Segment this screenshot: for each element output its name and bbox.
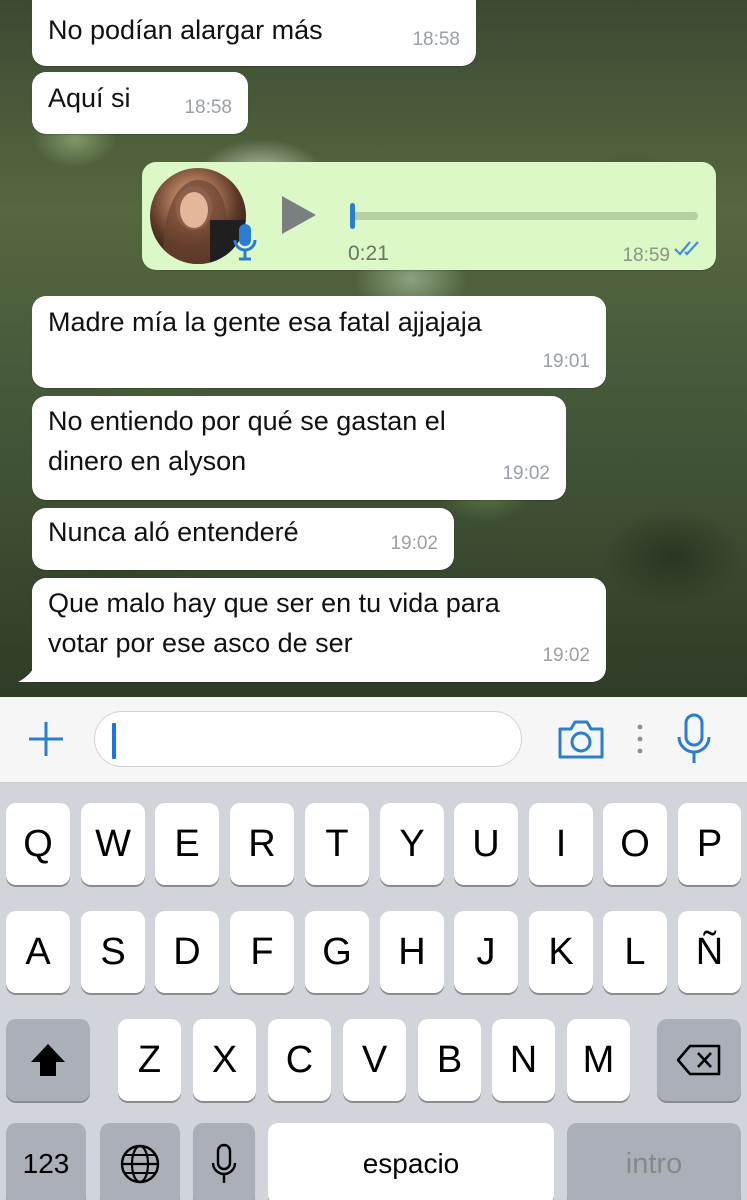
backspace-icon <box>676 1044 721 1076</box>
keyboard: Q W E R T Y U I O P A S D F G H J K L Ñ … <box>0 783 747 1200</box>
key-v[interactable]: V <box>343 1019 406 1101</box>
audio-progress-track[interactable] <box>350 203 698 229</box>
incoming-message[interactable]: No entiendo por qué se gastan el dinero … <box>32 396 566 500</box>
key-i[interactable]: I <box>529 803 593 885</box>
message-time: 18:58 <box>412 29 460 50</box>
audio-duration: 0:21 <box>348 242 389 265</box>
key-d[interactable]: D <box>155 911 219 993</box>
dictation-key[interactable] <box>193 1123 255 1200</box>
dictation-mic-icon <box>211 1143 237 1183</box>
more-dots-icon <box>637 724 643 754</box>
backspace-key[interactable] <box>657 1019 741 1101</box>
microphone-icon[interactable] <box>676 713 712 765</box>
space-key[interactable]: espacio <box>268 1123 554 1200</box>
shift-icon <box>31 1044 65 1076</box>
audio-progress-thumb[interactable] <box>350 203 355 229</box>
key-q[interactable]: Q <box>6 803 70 885</box>
text-cursor <box>112 723 116 759</box>
message-text: No entiendo por qué se gastan el dinero … <box>48 406 446 476</box>
key-j[interactable]: J <box>454 911 518 993</box>
return-key[interactable]: intro <box>567 1123 741 1200</box>
plus-icon[interactable] <box>26 719 66 759</box>
key-t[interactable]: T <box>305 803 369 885</box>
incoming-message[interactable]: No podían alargar más 18:58 <box>32 0 476 66</box>
key-b[interactable]: B <box>418 1019 481 1101</box>
globe-icon <box>120 1144 160 1184</box>
key-n[interactable]: N <box>492 1019 555 1101</box>
key-z[interactable]: Z <box>118 1019 181 1101</box>
key-o[interactable]: O <box>603 803 667 885</box>
key-a[interactable]: A <box>6 911 70 993</box>
bubble-tail <box>18 664 36 682</box>
key-r[interactable]: R <box>230 803 294 885</box>
chat-area[interactable]: No podían alargar más 18:58 Aquí si 18:5… <box>0 0 747 697</box>
message-text: Nunca aló entenderé <box>48 517 299 547</box>
message-input-bar <box>0 697 747 783</box>
globe-key[interactable] <box>100 1123 180 1200</box>
voice-message[interactable]: 0:21 18:59 <box>142 162 716 270</box>
double-check-icon <box>674 241 699 256</box>
microphone-badge-icon <box>233 224 257 261</box>
key-m[interactable]: M <box>567 1019 630 1101</box>
message-text: No podían alargar más <box>48 15 323 45</box>
key-p[interactable]: P <box>678 803 741 885</box>
incoming-message[interactable]: Que malo hay que ser en tu vida para vot… <box>32 578 606 682</box>
message-time: 18:58 <box>184 97 232 118</box>
key-u[interactable]: U <box>454 803 518 885</box>
key-e[interactable]: E <box>155 803 219 885</box>
camera-icon[interactable] <box>556 717 606 761</box>
incoming-message[interactable]: Madre mía la gente esa fatal ajjajaja 19… <box>32 296 606 388</box>
key-n-tilde[interactable]: Ñ <box>678 911 741 993</box>
message-time: 19:02 <box>502 463 550 484</box>
key-k[interactable]: K <box>529 911 593 993</box>
message-input[interactable] <box>94 711 522 767</box>
incoming-message[interactable]: Aquí si 18:58 <box>32 72 248 134</box>
key-l[interactable]: L <box>603 911 667 993</box>
key-w[interactable]: W <box>81 803 145 885</box>
key-c[interactable]: C <box>268 1019 331 1101</box>
message-time: 18:59 <box>622 245 670 266</box>
message-time: 19:01 <box>542 351 590 372</box>
numbers-key[interactable]: 123 <box>6 1123 86 1200</box>
message-text: Madre mía la gente esa fatal ajjajaja <box>48 307 482 337</box>
play-icon[interactable] <box>282 196 316 234</box>
key-h[interactable]: H <box>380 911 444 993</box>
message-time: 19:02 <box>542 645 590 666</box>
key-f[interactable]: F <box>230 911 294 993</box>
key-s[interactable]: S <box>81 911 145 993</box>
key-x[interactable]: X <box>193 1019 256 1101</box>
shift-key[interactable] <box>6 1019 90 1101</box>
message-text: Que malo hay que ser en tu vida para vot… <box>48 588 500 658</box>
incoming-message[interactable]: Nunca aló entenderé 19:02 <box>32 508 454 570</box>
key-y[interactable]: Y <box>380 803 444 885</box>
message-time: 19:02 <box>390 533 438 554</box>
key-g[interactable]: G <box>305 911 369 993</box>
